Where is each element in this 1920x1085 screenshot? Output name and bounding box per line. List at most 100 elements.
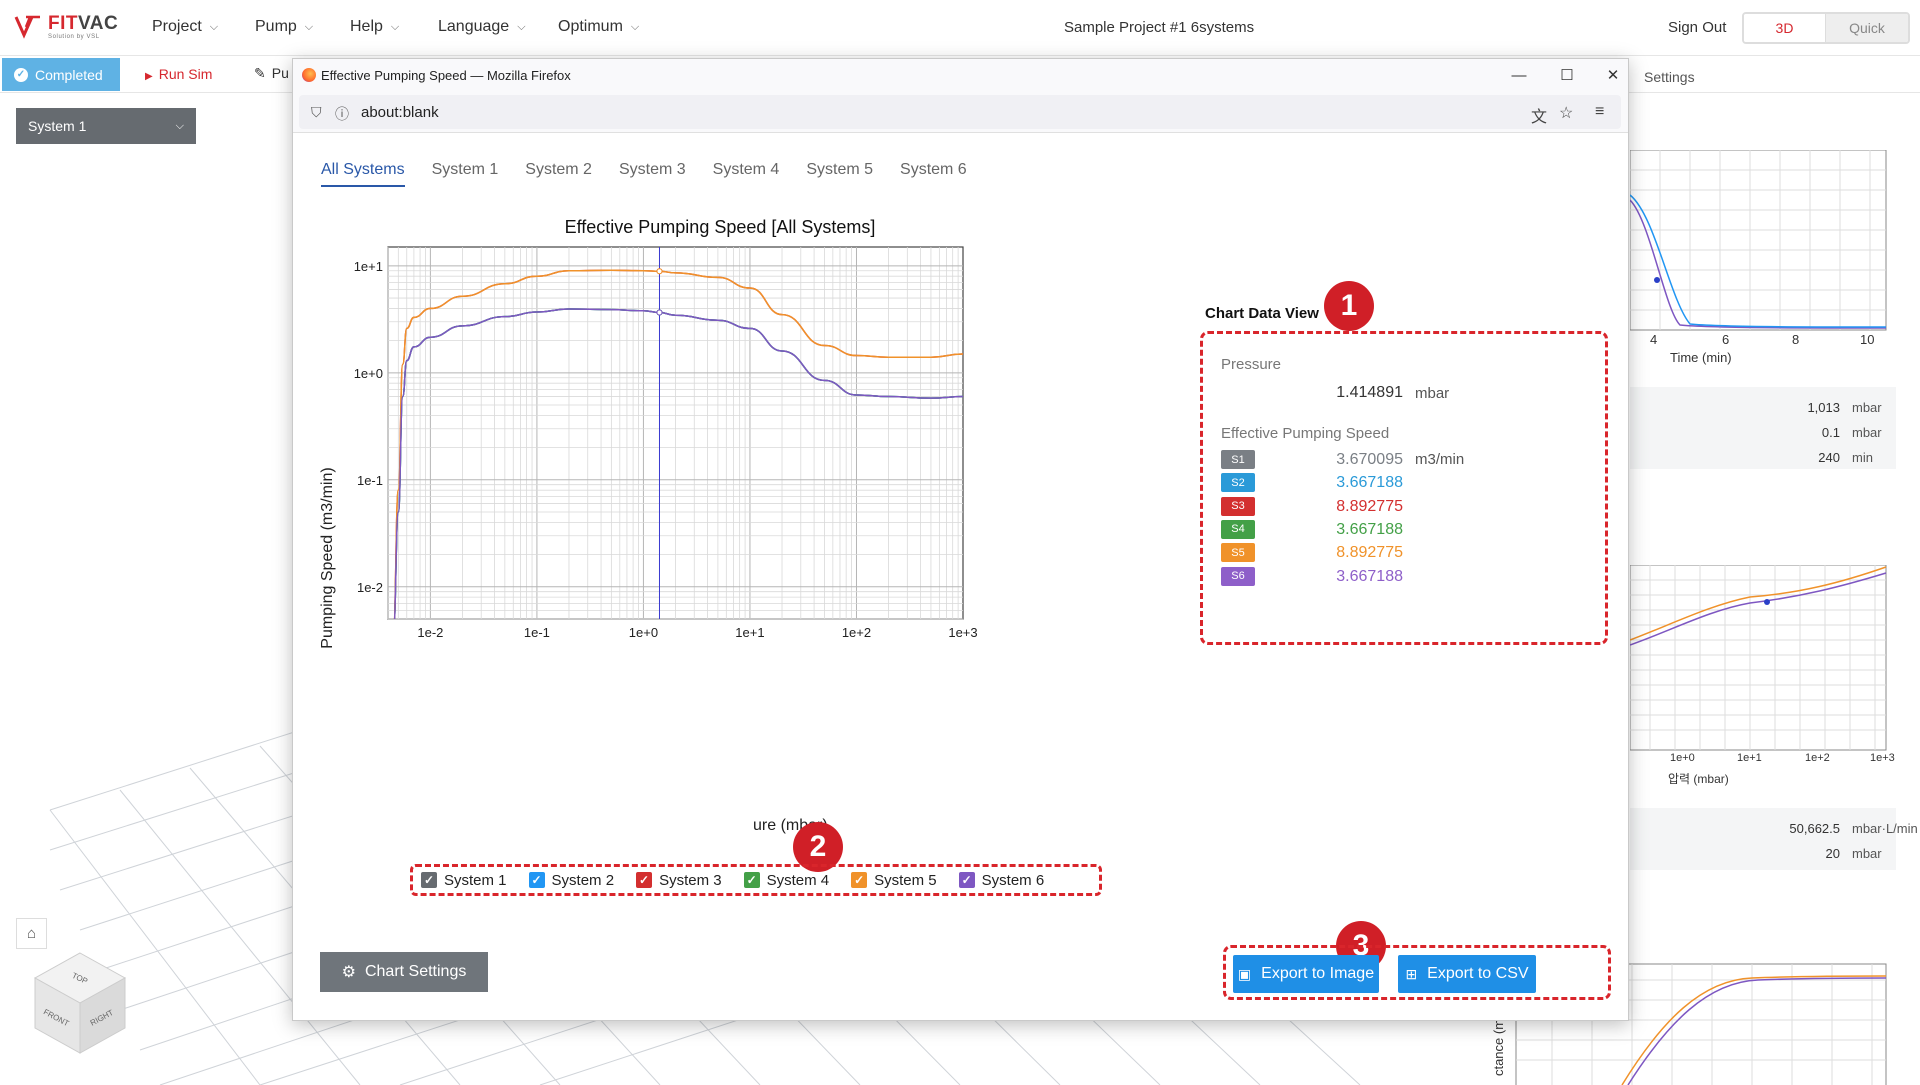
legend-item-system-1[interactable]: ✓ System 1 [421, 872, 507, 889]
legend-item-system-2[interactable]: ✓ System 2 [528, 872, 614, 889]
logo-text-vac: VAC [78, 13, 119, 34]
top-app-bar: FITVAC Solution by VSL Project ⌵ Pump ⌵ He… [0, 0, 1920, 56]
legend-checkbox[interactable]: ✓ [528, 872, 545, 888]
y-tick-label: 1e-1 [357, 473, 383, 488]
close-window-button[interactable]: ✕ [1599, 64, 1627, 86]
chevron-down-icon: ⌵ [630, 20, 640, 33]
home-view-button[interactable]: ⌂ [16, 918, 47, 949]
export-csv-label: Export to CSV [1427, 965, 1529, 982]
menu-language-label: Language [438, 18, 510, 35]
speed-label: Effective Pumping Speed [1221, 425, 1390, 442]
x-tick-label: 1e-1 [524, 625, 550, 640]
project-title: Sample Project #1 6systems [1064, 19, 1255, 36]
chevron-down-icon: ⌵ [304, 20, 314, 33]
speed-value-s2: 3.667188 [1336, 474, 1403, 492]
hamburger-menu-icon[interactable]: ≡ [1595, 103, 1604, 121]
menu-pump-label: Pump [255, 18, 297, 35]
pump-tool-button[interactable]: ✎ Pu [254, 65, 289, 82]
x-tick-label: 1e+1 [735, 625, 764, 640]
maximize-button[interactable]: ☐ [1553, 64, 1581, 86]
logo-text-fit: FIT [48, 13, 78, 34]
bg-chart2-xtick: 1e+3 [1870, 752, 1895, 764]
menu-language[interactable]: Language ⌵ [438, 18, 526, 36]
gear-icon: ⚙ [341, 964, 356, 981]
legend-checkbox[interactable]: ✓ [421, 872, 437, 888]
bookmark-star-icon[interactable]: ☆ [1559, 103, 1573, 123]
series-legend: ✓ System 1 ✓ System 2 ✓ System 3 ✓ System 4 ✓ Sys… [410, 864, 1102, 896]
logo-mark-icon [14, 15, 40, 39]
system-select[interactable]: System 1 ⌵ [16, 108, 196, 144]
background-chart-time [1630, 150, 1887, 331]
completed-status-button[interactable]: ✓ Completed [2, 58, 120, 91]
completed-label: Completed [35, 66, 103, 83]
view-cube[interactable]: TOP FRONT RIGHT [30, 948, 130, 1058]
y-tick-label: 1e-2 [357, 580, 383, 595]
legend-checkbox[interactable]: ✓ [636, 872, 653, 888]
menu-help[interactable]: Help ⌵ [350, 18, 399, 36]
menu-project-label: Project [152, 18, 202, 35]
legend-item-system-6[interactable]: ✓ System 6 [958, 871, 1045, 889]
bg-chart1-xtick: 10 [1860, 332, 1875, 347]
pump-tool-label: Pu [271, 65, 289, 81]
x-tick-label: 1e+2 [842, 625, 871, 640]
legend-item-system-4[interactable]: ✓ System 4 [743, 872, 829, 889]
legend-checkbox[interactable]: ✓ [851, 872, 868, 888]
menu-pump[interactable]: Pump ⌵ [255, 18, 313, 36]
bg-chart1-xlabel: Time (min) [1670, 350, 1732, 365]
mode-quick-button[interactable]: Quick [1826, 14, 1908, 42]
pumping-speed-chart[interactable]: 1e-2 1e-1 1e+0 1e+1 1e+2 1e+3 1e+1 1e+0 1e-1 1e-2 [293, 59, 1153, 859]
legend-item-system-5[interactable]: ✓ System 5 [851, 872, 937, 889]
legend-checkbox[interactable]: ✓ [743, 872, 760, 888]
x-tick-label: 1e-2 [417, 625, 443, 640]
chart-data-view: Pressure 1.414891 mbar Effective Pumping… [1200, 331, 1608, 645]
pressure-value: 1.414891 [1336, 384, 1403, 401]
image-icon: ▣ [1237, 965, 1252, 982]
view-mode-toggle: 3D Quick [1742, 12, 1910, 44]
pin-icon: ✎ [254, 65, 266, 81]
legend-checkbox[interactable]: ✓ [958, 872, 975, 888]
x-tick-label: 1e+0 [629, 625, 658, 640]
menu-optimum[interactable]: Optimum ⌵ [558, 18, 639, 36]
bg-unit: min [1852, 450, 1873, 465]
home-icon: ⌂ [26, 925, 37, 942]
y-tick-label: 1e+0 [354, 366, 383, 381]
speed-value-s1: 3.670095 [1336, 451, 1403, 468]
bg-chart2-xtick: 1e+0 [1670, 752, 1695, 764]
bg-unit: mbar [1852, 846, 1882, 861]
close-icon: ✕ [1606, 67, 1620, 84]
speed-value-s5: 8.892775 [1336, 544, 1403, 562]
pressure-unit: mbar [1415, 385, 1450, 402]
chart-settings-label: Chart Settings [364, 963, 467, 980]
bg-chart2-xlabel: 압력 (mbar) [1668, 772, 1729, 786]
settings-tab[interactable]: Settings [1644, 69, 1695, 85]
bg-chart1-xtick: 8 [1792, 332, 1800, 347]
x-tick-label: 1e+3 [948, 625, 977, 640]
legend-item-system-3[interactable]: ✓ System 3 [636, 872, 722, 889]
export-image-label: Export to Image [1261, 965, 1375, 982]
legend-label: System 6 [981, 871, 1045, 889]
run-sim-label: Run Sim [158, 66, 213, 82]
export-image-button[interactable]: ▣ Export to Image [1233, 955, 1379, 993]
chart-settings-button[interactable]: ⚙ Chart Settings [320, 952, 488, 992]
annotation-badge-1: 1 [1324, 281, 1374, 331]
chevron-down-icon: ⌵ [175, 119, 184, 132]
bg-unit: mbar [1852, 425, 1882, 440]
bg-chart3-ylabel: ctance (m [1491, 1018, 1507, 1077]
y-tick-label: 1e+1 [354, 259, 383, 274]
fitvac-logo[interactable]: FITVAC Solution by VSL [14, 13, 118, 40]
export-buttons-group: ▣ Export to Image ⊞ Export to CSV [1223, 945, 1611, 1000]
bg-value: 1,013 [1807, 400, 1840, 415]
run-sim-button[interactable]: ▶ Run Sim [145, 66, 212, 82]
menu-project[interactable]: Project ⌵ [152, 18, 218, 36]
speed-value-s6: 3.667188 [1336, 567, 1403, 585]
minimize-button[interactable]: — [1505, 64, 1533, 86]
export-csv-button[interactable]: ⊞ Export to CSV [1398, 955, 1536, 993]
chevron-down-icon: ⌵ [517, 20, 526, 33]
bg-value: 20 [1825, 846, 1840, 861]
mode-3d-button[interactable]: 3D [1744, 14, 1827, 42]
maximize-icon: ☐ [1560, 67, 1574, 84]
sign-out-link[interactable]: Sign Out [1668, 19, 1726, 36]
bg-unit: mbar [1852, 400, 1882, 415]
speed-unit: m3/min [1415, 451, 1465, 468]
translate-icon[interactable]: 文 [1531, 103, 1547, 127]
